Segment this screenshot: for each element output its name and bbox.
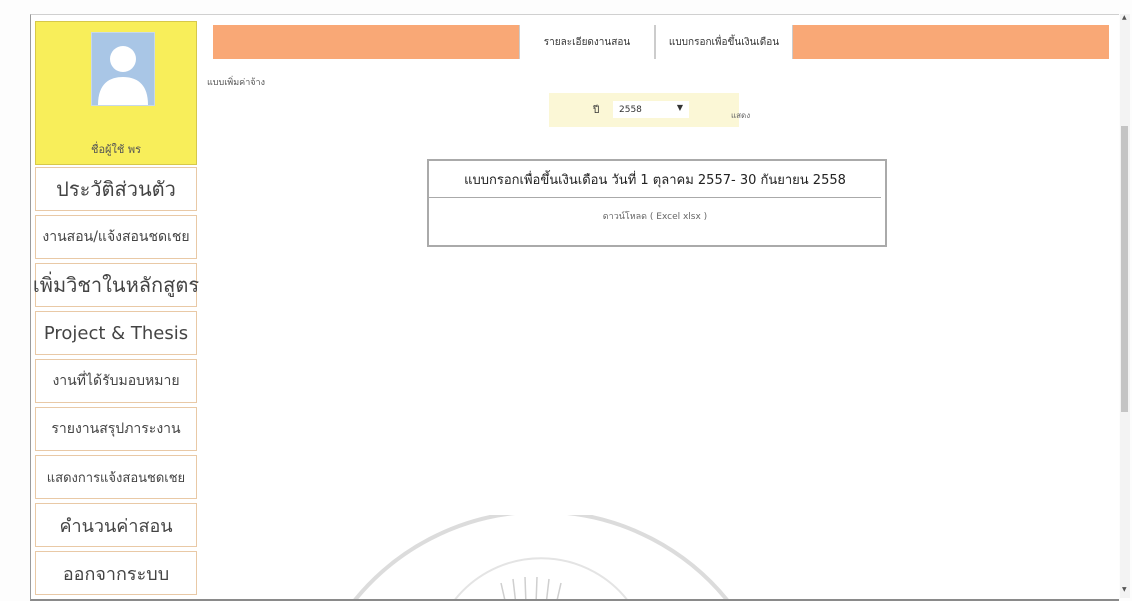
chevron-down-icon: ▼ xyxy=(676,103,683,112)
page-frame: ชื่อผู้ใช้ พร ประวัติส่วนตัว งานสอน/แจ้ง… xyxy=(30,14,1119,601)
top-nav-bar: รายละเอียดงานสอน แบบกรอกเพื่อขึ้นเงินเดื… xyxy=(213,25,1109,59)
menu-item-teaching[interactable]: งานสอน/แจ้งสอนชดเชย xyxy=(35,215,197,259)
arrow-up-icon[interactable]: ▲ xyxy=(1122,14,1127,21)
year-select[interactable]: 2558 ▼ xyxy=(613,101,689,118)
year-filter: ปี 2558 ▼ xyxy=(549,93,739,127)
sidebar: ชื่อผู้ใช้ พร ประวัติส่วนตัว งานสอน/แจ้ง… xyxy=(33,21,199,599)
scrollbar-thumb[interactable] xyxy=(1121,126,1128,412)
arrow-down-icon[interactable]: ▼ xyxy=(1122,586,1127,593)
user-silhouette-icon xyxy=(92,33,154,105)
year-selected-value: 2558 xyxy=(619,104,642,115)
year-label: ปี xyxy=(593,105,600,116)
form-title: แบบกรอกเพื่อขึ้นเงินเดือน วันที่ 1 ตุลาค… xyxy=(429,161,881,198)
page-label: แบบเพิ่มค่าจ้าง xyxy=(207,78,265,88)
avatar xyxy=(91,32,155,106)
menu-item-assigned-work[interactable]: งานที่ได้รับมอบหมาย xyxy=(35,359,197,403)
menu-item-makeup-display[interactable]: แสดงการแจ้งสอนชดเชย xyxy=(35,455,197,499)
username: ชื่อผู้ใช้ พร xyxy=(90,143,141,156)
vertical-scrollbar[interactable]: ▲ ▼ xyxy=(1120,14,1130,598)
download-excel-link[interactable]: ดาวน์โหลด ( Excel xlsx ) xyxy=(429,198,881,234)
profile-box: ชื่อผู้ใช้ พร xyxy=(35,21,197,165)
salary-form-table: แบบกรอกเพื่อขึ้นเงินเดือน วันที่ 1 ตุลาค… xyxy=(427,159,887,247)
show-button[interactable]: แสดง xyxy=(731,109,750,122)
menu-item-workload-report[interactable]: รายงานสรุปภาระงาน xyxy=(35,407,197,451)
tab-teaching-details[interactable]: รายละเอียดงานสอน xyxy=(519,25,655,59)
tab-salary-form[interactable]: แบบกรอกเพื่อขึ้นเงินเดือน xyxy=(655,25,793,59)
watermark-seal xyxy=(353,515,729,599)
menu-item-project-thesis[interactable]: Project & Thesis xyxy=(35,311,197,355)
menu-item-add-course[interactable]: เพิ่มวิชาในหลักสูตร xyxy=(33,263,199,307)
menu-item-logout[interactable]: ออกจากระบบ xyxy=(35,551,197,595)
menu-item-calculate-fee[interactable]: คำนวนค่าสอน xyxy=(35,503,197,547)
menu-item-profile[interactable]: ประวัติส่วนตัว xyxy=(35,167,197,211)
